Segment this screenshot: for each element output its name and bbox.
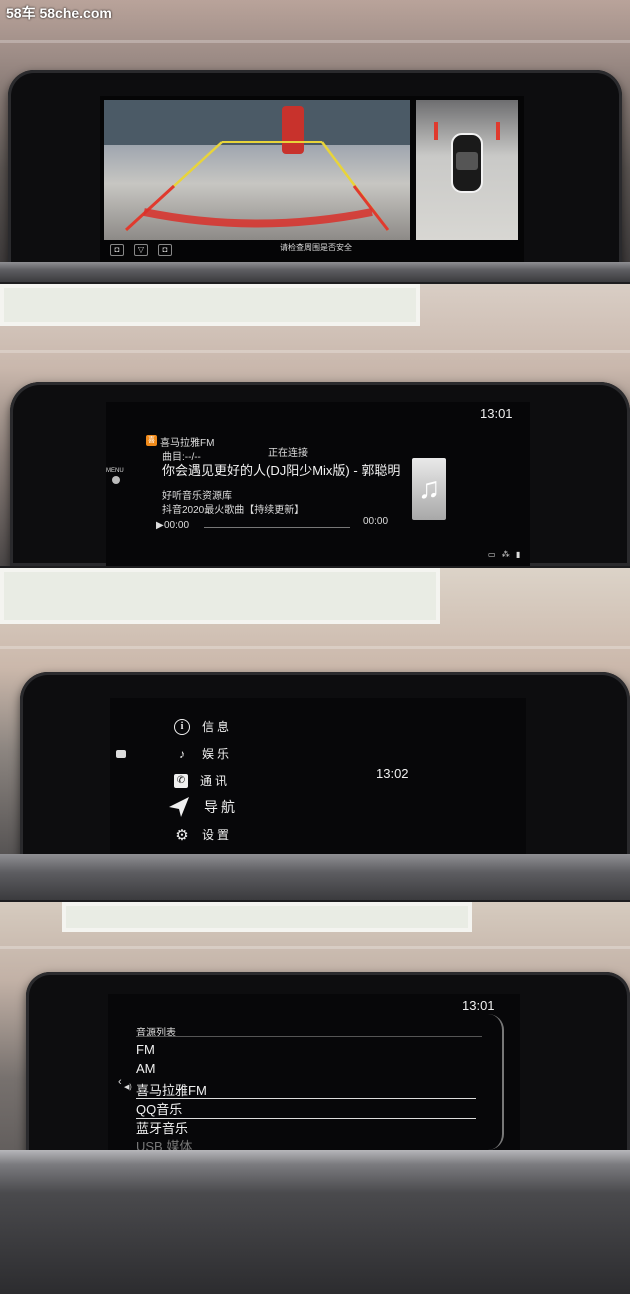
wall-mortar-line bbox=[0, 350, 630, 353]
camera-mode-icon[interactable]: ◘ bbox=[158, 244, 172, 256]
menu-knob-icon bbox=[112, 476, 120, 484]
proximity-sensor-left bbox=[434, 122, 438, 140]
menu-item-navigation[interactable]: 导航 bbox=[166, 794, 238, 820]
menu-screen: i 信息 ♪ 娱乐 ✆ 通讯 导航 ⚙ 设置 13:02 bbox=[110, 698, 526, 860]
connection-status: 正在连接 bbox=[268, 448, 308, 459]
menu-item-communication[interactable]: ✆ 通讯 bbox=[174, 772, 230, 789]
source-item-am[interactable]: AM bbox=[136, 1061, 156, 1076]
window-background bbox=[0, 568, 440, 624]
play-icon[interactable]: ▶ bbox=[156, 520, 164, 531]
total-duration: 00:00 bbox=[363, 516, 389, 527]
wall-mortar-line bbox=[0, 946, 630, 949]
menu-item-label: 通讯 bbox=[200, 774, 231, 788]
parking-guide-lines bbox=[104, 100, 410, 232]
source-item-fm[interactable]: FM bbox=[136, 1042, 155, 1057]
bumper-zone bbox=[143, 208, 373, 228]
menu-item-label: 导航 bbox=[204, 799, 238, 815]
window-background bbox=[62, 902, 472, 932]
safety-warning: 请检查周围是否安全 bbox=[280, 243, 352, 252]
camera-toggle-icon[interactable]: ◘ bbox=[110, 244, 124, 256]
site-watermark: 58车 58che.com bbox=[6, 5, 112, 21]
message-icon bbox=[116, 750, 126, 758]
album-art-music-note-icon: ♫ bbox=[412, 458, 446, 520]
menu-knob-label: MENU bbox=[106, 468, 124, 474]
window-background bbox=[0, 284, 420, 326]
album-line-1: 好听音乐资源库 bbox=[162, 491, 232, 502]
media-screen: 13:01 喜 喜马拉雅FM 曲目:--/-- 正在连接 你会遇见更好的人(DJ… bbox=[106, 402, 530, 566]
display-bezel: 13:01 音源列表 FM AM 喜马拉雅FM QQ音乐 蓝牙音乐 USB 媒体… bbox=[26, 972, 630, 1168]
source-item-qq-music[interactable]: QQ音乐 bbox=[136, 1098, 476, 1119]
source-screen: 13:01 音源列表 FM AM 喜马拉雅FM QQ音乐 蓝牙音乐 USB 媒体… bbox=[108, 994, 520, 1168]
dashboard-trim bbox=[0, 1150, 630, 1294]
dashboard-trim bbox=[0, 262, 630, 282]
display-bezel: ◘ ▽ ◘ 请检查周围是否安全 bbox=[8, 70, 622, 270]
car-roof bbox=[456, 152, 478, 170]
title-divider bbox=[136, 1036, 482, 1037]
navigation-arrow-icon bbox=[166, 794, 192, 820]
photo-home-menu: i 信息 ♪ 娱乐 ✆ 通讯 导航 ⚙ 设置 13:02 bbox=[0, 568, 630, 900]
guide-line-right-red bbox=[352, 185, 390, 231]
dashboard-trim bbox=[0, 854, 630, 900]
clock: 13:01 bbox=[480, 406, 513, 421]
back-chevron-icon[interactable]: ‹ bbox=[118, 1076, 122, 1088]
source-item-ximalaya[interactable]: 喜马拉雅FM bbox=[136, 1080, 207, 1099]
source-item-bluetooth[interactable]: 蓝牙音乐 bbox=[136, 1118, 188, 1137]
menu-item-label: 信息 bbox=[202, 720, 233, 734]
fire-extinguisher bbox=[282, 106, 304, 154]
display-bezel: 13:01 喜 喜马拉雅FM 曲目:--/-- 正在连接 你会遇见更好的人(DJ… bbox=[10, 382, 630, 566]
wall-background bbox=[104, 100, 410, 145]
photo-reverse-camera: ◘ ▽ ◘ 请检查周围是否安全 58车 58che.com bbox=[0, 0, 630, 282]
ximalaya-logo-icon: 喜 bbox=[146, 435, 157, 446]
guide-line-left-red bbox=[124, 184, 176, 232]
progress-bar[interactable] bbox=[204, 527, 350, 528]
navigation-arrow-icon bbox=[169, 797, 189, 817]
info-icon: i bbox=[174, 718, 190, 735]
gear-icon: ⚙ bbox=[175, 826, 189, 844]
menu-item-info[interactable]: i 信息 bbox=[174, 718, 232, 735]
menu-item-label: 设置 bbox=[202, 828, 233, 842]
display-bezel: i 信息 ♪ 娱乐 ✆ 通讯 导航 ⚙ 设置 13:02 bbox=[20, 672, 630, 860]
camera-screen: ◘ ▽ ◘ 请检查周围是否安全 bbox=[100, 96, 524, 262]
camera-view-icon[interactable]: ▽ bbox=[134, 244, 148, 256]
clock: 13:02 bbox=[376, 766, 409, 781]
clock: 13:01 bbox=[462, 998, 495, 1013]
menu-item-label: 娱乐 bbox=[202, 747, 233, 761]
menu-item-settings[interactable]: ⚙ 设置 bbox=[174, 826, 233, 844]
rear-camera-view bbox=[104, 100, 410, 240]
wall-mortar-line bbox=[0, 40, 630, 43]
status-bar-icons: ▭ ⁂ ▮ bbox=[488, 550, 523, 559]
photo-now-playing: 13:01 喜 喜马拉雅FM 曲目:--/-- 正在连接 你会遇见更好的人(DJ… bbox=[0, 284, 630, 566]
music-note-icon: ♪ bbox=[179, 746, 185, 761]
phone-icon: ✆ bbox=[174, 773, 188, 788]
now-playing-speaker-icon: ◀) bbox=[124, 1084, 132, 1091]
top-down-view bbox=[416, 100, 518, 240]
menu-item-entertainment[interactable]: ♪ 娱乐 bbox=[174, 745, 232, 762]
photo-source-list: 13:01 音源列表 FM AM 喜马拉雅FM QQ音乐 蓝牙音乐 USB 媒体… bbox=[0, 902, 630, 1294]
car-overhead bbox=[434, 122, 500, 193]
album-line-2: 抖音2020最火歌曲【持续更新】 bbox=[162, 505, 305, 516]
elapsed-time: 00:00 bbox=[164, 520, 190, 531]
proximity-sensor-right bbox=[496, 122, 500, 140]
wall-mortar-line bbox=[0, 646, 630, 649]
scrollbar-arc[interactable] bbox=[488, 1014, 504, 1150]
source-name: 喜马拉雅FM bbox=[160, 438, 215, 449]
song-title: 你会遇见更好的人(DJ阳少Mix版) - 郭聪明 bbox=[162, 463, 401, 478]
